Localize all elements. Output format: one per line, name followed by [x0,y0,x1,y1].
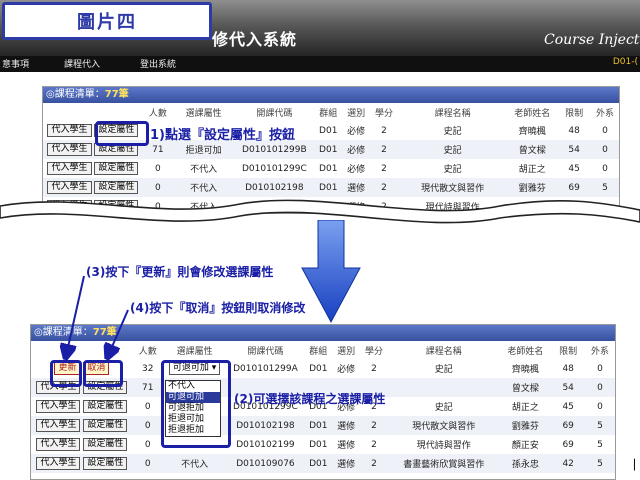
attr-option[interactable]: 可退可加 [166,392,220,403]
attr-option[interactable]: 拒退可加 [166,414,220,425]
attr-option[interactable]: 可退拒加 [166,403,220,414]
attr-option[interactable]: 不代入 [166,381,220,392]
attr-option[interactable]: 拒退拒加 [166,425,220,436]
attr-dropdown-list[interactable]: 不代入 可退可加 可退拒加 拒退可加 拒退拒加 [165,380,221,437]
annotation-arrows [0,275,129,480]
mouse-cursor-icon: ▏ [634,460,640,471]
